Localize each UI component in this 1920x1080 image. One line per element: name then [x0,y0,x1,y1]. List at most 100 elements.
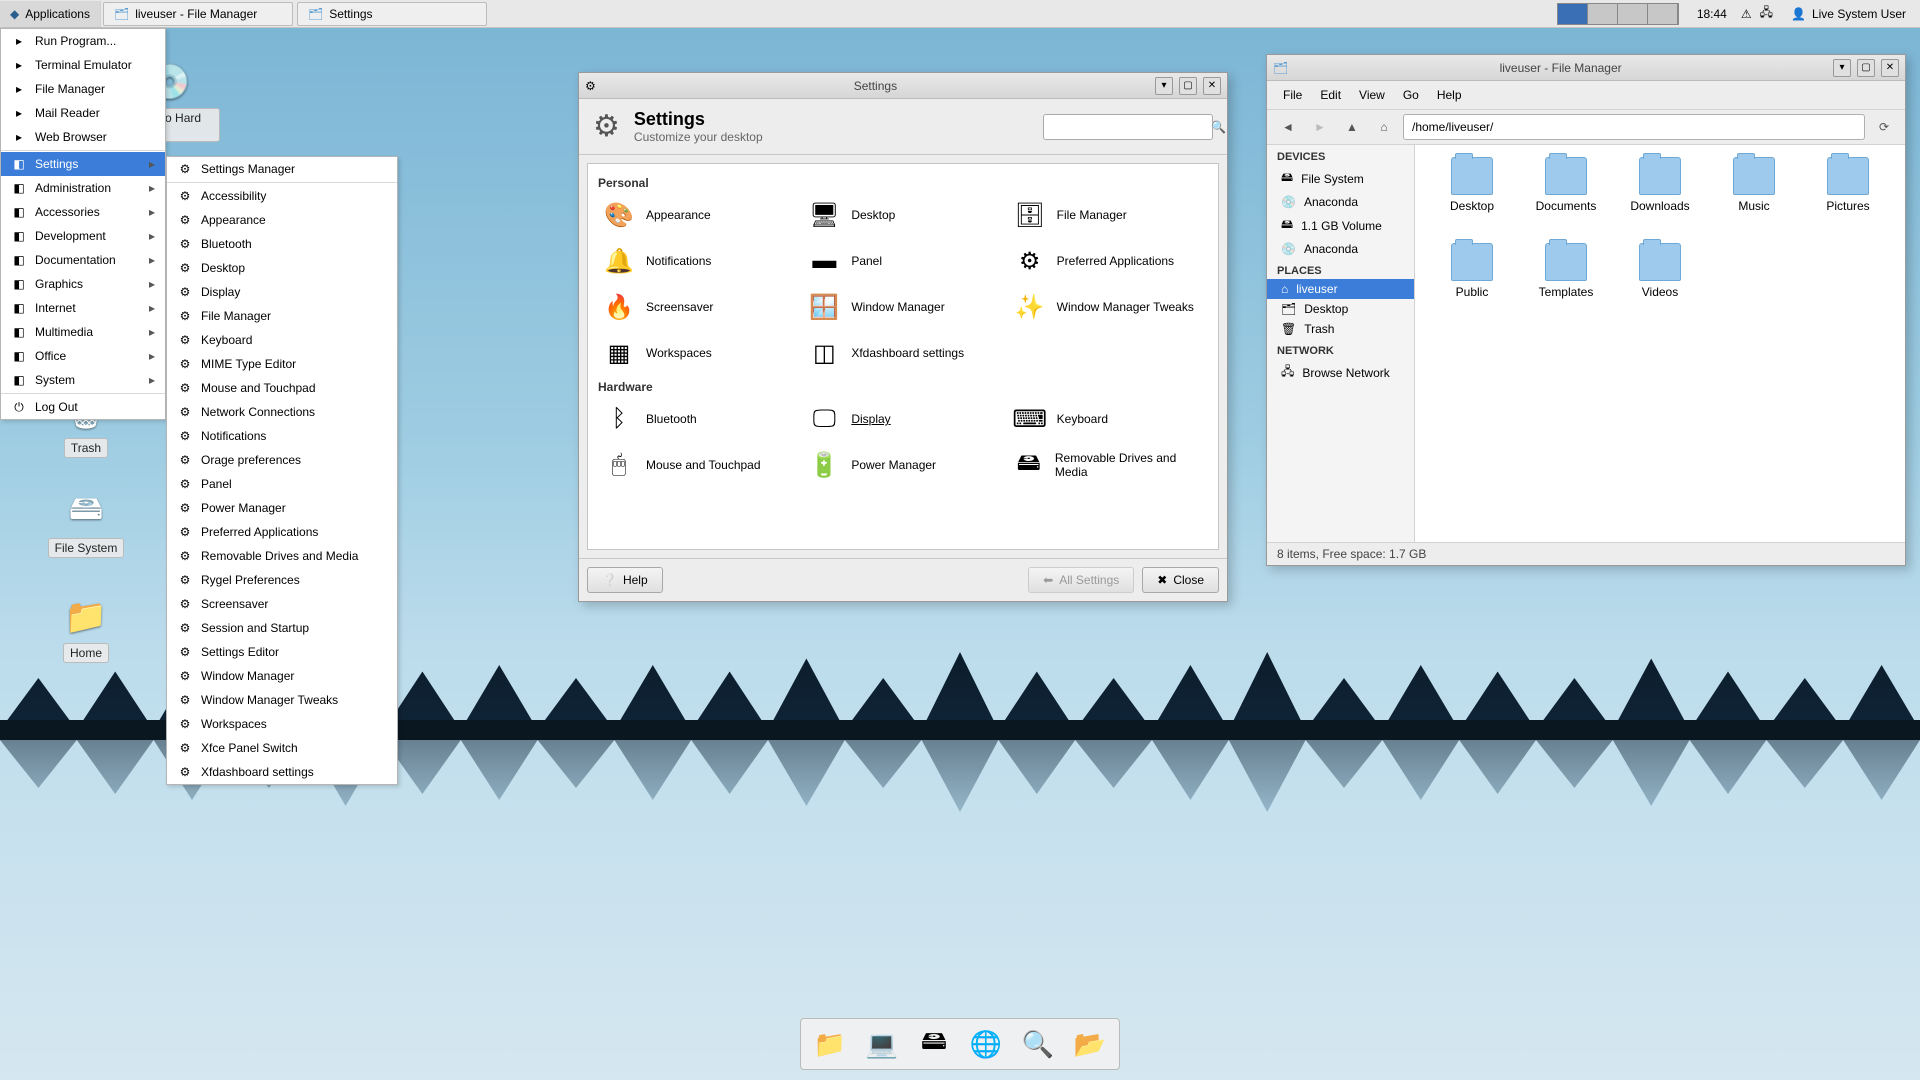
fm-menu-item[interactable]: View [1351,85,1393,105]
submenu-item[interactable]: ⚙Mouse and Touchpad [167,376,397,400]
taskbar-item[interactable]: 🗂Settings [297,2,487,26]
dock-item[interactable]: 💻 [863,1025,901,1063]
close-button[interactable]: ✕ [1203,77,1221,95]
settings-item[interactable]: 🔥Screensaver [598,286,797,328]
network-icon[interactable]: 🖧 [1756,3,1777,24]
forward-button[interactable]: ► [1307,114,1333,140]
settings-item[interactable]: ◫Xfdashboard settings [803,332,1002,374]
settings-item[interactable]: 🔋Power Manager [803,444,1002,486]
submenu-item[interactable]: ⚙Settings Editor [167,640,397,664]
folder-item[interactable]: Public [1427,243,1517,325]
fm-file-grid[interactable]: DesktopDocumentsDownloadsMusicPicturesPu… [1415,145,1905,542]
submenu-item[interactable]: ⚙Window Manager Tweaks [167,688,397,712]
submenu-item[interactable]: ⚙Desktop [167,256,397,280]
home-button[interactable]: ⌂ [1371,114,1397,140]
folder-item[interactable]: Desktop [1427,157,1517,239]
submenu-item[interactable]: ⚙Xfdashboard settings [167,760,397,784]
folder-item[interactable]: Videos [1615,243,1705,325]
up-button[interactable]: ▲ [1339,114,1365,140]
menu-category[interactable]: ◧Administration▸ [1,176,165,200]
fm-sidebar-item[interactable]: 💿Anaconda [1267,239,1414,259]
taskbar-item[interactable]: 🗂liveuser - File Manager [103,2,293,26]
dock-item[interactable]: 📂 [1071,1025,1109,1063]
settings-search[interactable]: 🔍 [1043,114,1213,140]
submenu-item[interactable]: ⚙File Manager [167,304,397,328]
fm-sidebar-item[interactable]: 🖴1.1 GB Volume [1267,212,1414,239]
submenu-item[interactable]: ⚙Bluetooth [167,232,397,256]
applications-menu-button[interactable]: ◆ Applications [0,1,101,27]
submenu-item[interactable]: ⚙Orage preferences [167,448,397,472]
menu-category[interactable]: ◧Development▸ [1,224,165,248]
fm-menu-item[interactable]: Help [1429,85,1470,105]
submenu-item[interactable]: ⚙Keyboard [167,328,397,352]
fm-sidebar-item[interactable]: ⌂liveuser [1267,279,1414,299]
close-settings-button[interactable]: ✖Close [1142,567,1219,593]
menu-category[interactable]: ◧Multimedia▸ [1,320,165,344]
settings-search-input[interactable] [1044,120,1211,134]
fm-menu-item[interactable]: File [1275,85,1310,105]
clock[interactable]: 18:44 [1687,7,1737,21]
menu-item[interactable]: ▸Run Program... [1,29,165,53]
submenu-item[interactable]: ⚙Panel [167,472,397,496]
menu-item[interactable]: ▸Terminal Emulator [1,53,165,77]
menu-category[interactable]: ◧Accessories▸ [1,200,165,224]
fm-sidebar-item[interactable]: 🗂Desktop [1267,299,1414,319]
menu-item[interactable]: ▸Web Browser [1,125,165,149]
menu-category[interactable]: ◧Internet▸ [1,296,165,320]
fm-titlebar[interactable]: 🗂 liveuser - File Manager ▾ ▢ ✕ [1267,55,1905,81]
notification-icon[interactable]: ⚠ [1737,7,1756,21]
user-menu[interactable]: 👤 Live System User [1777,7,1920,21]
submenu-item[interactable]: ⚙MIME Type Editor [167,352,397,376]
submenu-item[interactable]: ⚙Appearance [167,208,397,232]
menu-category[interactable]: ◧Graphics▸ [1,272,165,296]
close-button[interactable]: ✕ [1881,59,1899,77]
folder-item[interactable]: Downloads [1615,157,1705,239]
settings-item[interactable]: 🔔Notifications [598,240,797,282]
submenu-item[interactable]: ⚙Network Connections [167,400,397,424]
maximize-button[interactable]: ▢ [1179,77,1197,95]
settings-item[interactable]: ✨Window Manager Tweaks [1009,286,1208,328]
settings-item[interactable]: 🗄File Manager [1009,194,1208,236]
settings-item[interactable]: 🖥Desktop [803,194,1002,236]
reload-button[interactable]: ⟳ [1871,114,1897,140]
submenu-item[interactable]: ⚙Screensaver [167,592,397,616]
dock-item[interactable]: 🌐 [967,1025,1005,1063]
submenu-item[interactable]: ⚙Xfce Panel Switch [167,736,397,760]
settings-item[interactable]: ▬Panel [803,240,1002,282]
desktop-icon[interactable]: 📁Home [36,595,136,663]
fm-menu-item[interactable]: Go [1395,85,1427,105]
settings-item[interactable]: 🖵Display [803,398,1002,440]
menu-category[interactable]: ◧Settings▸ [1,152,165,176]
menu-item[interactable]: ▸File Manager [1,77,165,101]
desktop-icon[interactable]: 🖴File System [36,490,136,558]
settings-item[interactable]: ⚙Preferred Applications [1009,240,1208,282]
settings-item[interactable]: 🖱Mouse and Touchpad [598,444,797,486]
settings-item[interactable]: 🪟Window Manager [803,286,1002,328]
minimize-button[interactable]: ▾ [1833,59,1851,77]
submenu-item[interactable]: ⚙Display [167,280,397,304]
maximize-button[interactable]: ▢ [1857,59,1875,77]
menu-category[interactable]: ◧Office▸ [1,344,165,368]
back-button[interactable]: ◄ [1275,114,1301,140]
settings-item[interactable]: ⌨Keyboard [1009,398,1208,440]
submenu-item[interactable]: ⚙Power Manager [167,496,397,520]
settings-titlebar[interactable]: ⚙ Settings ▾ ▢ ✕ [579,73,1227,99]
settings-item[interactable]: ▦Workspaces [598,332,797,374]
submenu-item[interactable]: ⚙Removable Drives and Media [167,544,397,568]
submenu-item[interactable]: ⚙Rygel Preferences [167,568,397,592]
dock-item[interactable]: 📁 [811,1025,849,1063]
submenu-item[interactable]: ⚙Accessibility [167,184,397,208]
menu-category[interactable]: ◧Documentation▸ [1,248,165,272]
logout-item[interactable]: ⏻Log Out [1,395,165,419]
fm-menu-item[interactable]: Edit [1312,85,1349,105]
folder-item[interactable]: Pictures [1803,157,1893,239]
fm-sidebar-item[interactable]: 🖴File System [1267,165,1414,192]
workspace-switcher[interactable] [1557,3,1679,25]
dock-item[interactable]: 🔍 [1019,1025,1057,1063]
folder-item[interactable]: Music [1709,157,1799,239]
help-button[interactable]: ❔Help [587,567,663,593]
fm-sidebar-item[interactable]: 🗑Trash [1267,319,1414,339]
menu-category[interactable]: ◧System▸ [1,368,165,392]
menu-item[interactable]: ▸Mail Reader [1,101,165,125]
fm-sidebar-item[interactable]: 🖧Browse Network [1267,359,1414,386]
